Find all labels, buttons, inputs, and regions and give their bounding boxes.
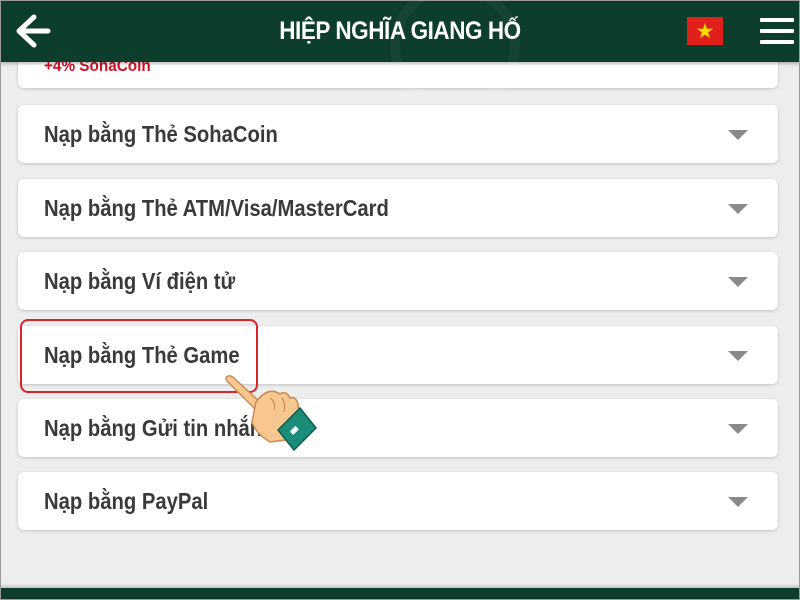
hamburger-menu-icon[interactable] — [760, 18, 794, 44]
list-item-atm-visa[interactable]: Nạp bằng Thẻ ATM/Visa/MasterCard — [18, 179, 778, 237]
list-item-paypal[interactable]: Nạp bằng PayPal — [18, 472, 778, 530]
list-item-label: Nạp bằng Thẻ ATM/Visa/MasterCard — [44, 195, 389, 221]
pointing-hand-icon — [225, 375, 318, 452]
list-item-sms[interactable]: Nạp bằng Gửi tin nhắn — [18, 399, 778, 457]
top-header: HIỆP NGHĨA GIANG HỐ — [0, 0, 800, 112]
list-item-label: Nạp bằng Ví điện tử — [44, 268, 236, 294]
chevron-down-icon — [728, 351, 748, 361]
chevron-down-icon — [728, 130, 748, 140]
vietnam-flag-icon — [687, 17, 723, 45]
chevron-down-icon — [728, 277, 748, 287]
page-title: HIỆP NGHĨA GIANG HỐ — [279, 17, 521, 45]
list-item-sohacoin[interactable]: Nạp bằng Thẻ SohaCoin — [18, 105, 778, 163]
list-item-label: Nạp bằng PayPal — [44, 488, 209, 514]
chevron-down-icon — [728, 497, 748, 507]
bottom-bar — [0, 588, 800, 600]
list-item-label: Nạp bằng Thẻ SohaCoin — [44, 121, 278, 147]
list-item-e-wallet[interactable]: Nạp bằng Ví điện tử — [18, 252, 778, 310]
chevron-down-icon — [728, 204, 748, 214]
language-flag-button[interactable] — [687, 17, 723, 45]
chevron-down-icon — [728, 424, 748, 434]
